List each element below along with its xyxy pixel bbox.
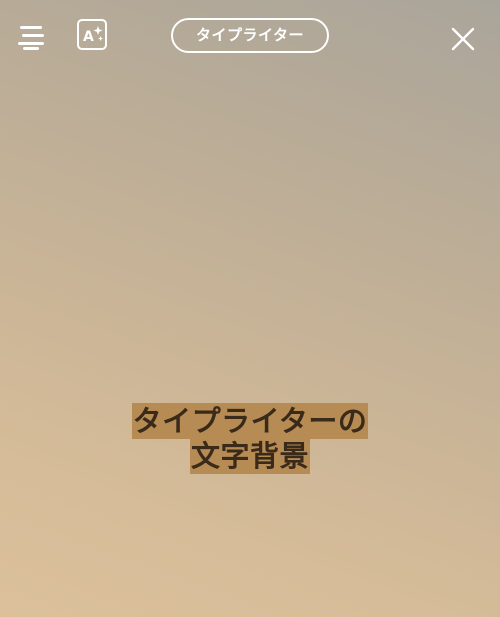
text-line: タイプライターの — [131, 403, 369, 439]
close-x-icon — [451, 27, 475, 51]
svg-text:A: A — [83, 29, 94, 45]
menu-line-icon — [22, 34, 44, 37]
text-effects-sparkle-icon: A — [83, 26, 103, 45]
story-text-block[interactable]: タイプライターの 文字背景 — [0, 403, 500, 474]
text-line: 文字背景 — [189, 438, 310, 474]
text-style-selector[interactable]: タイプライター — [171, 18, 329, 53]
text-effects-button[interactable]: A — [77, 19, 107, 50]
menu-button[interactable] — [18, 24, 46, 50]
menu-line-icon — [20, 26, 42, 29]
menu-line-icon — [18, 42, 44, 45]
close-button[interactable] — [449, 25, 477, 53]
menu-line-icon — [23, 47, 39, 50]
top-toolbar: A タイプライター — [0, 0, 500, 76]
